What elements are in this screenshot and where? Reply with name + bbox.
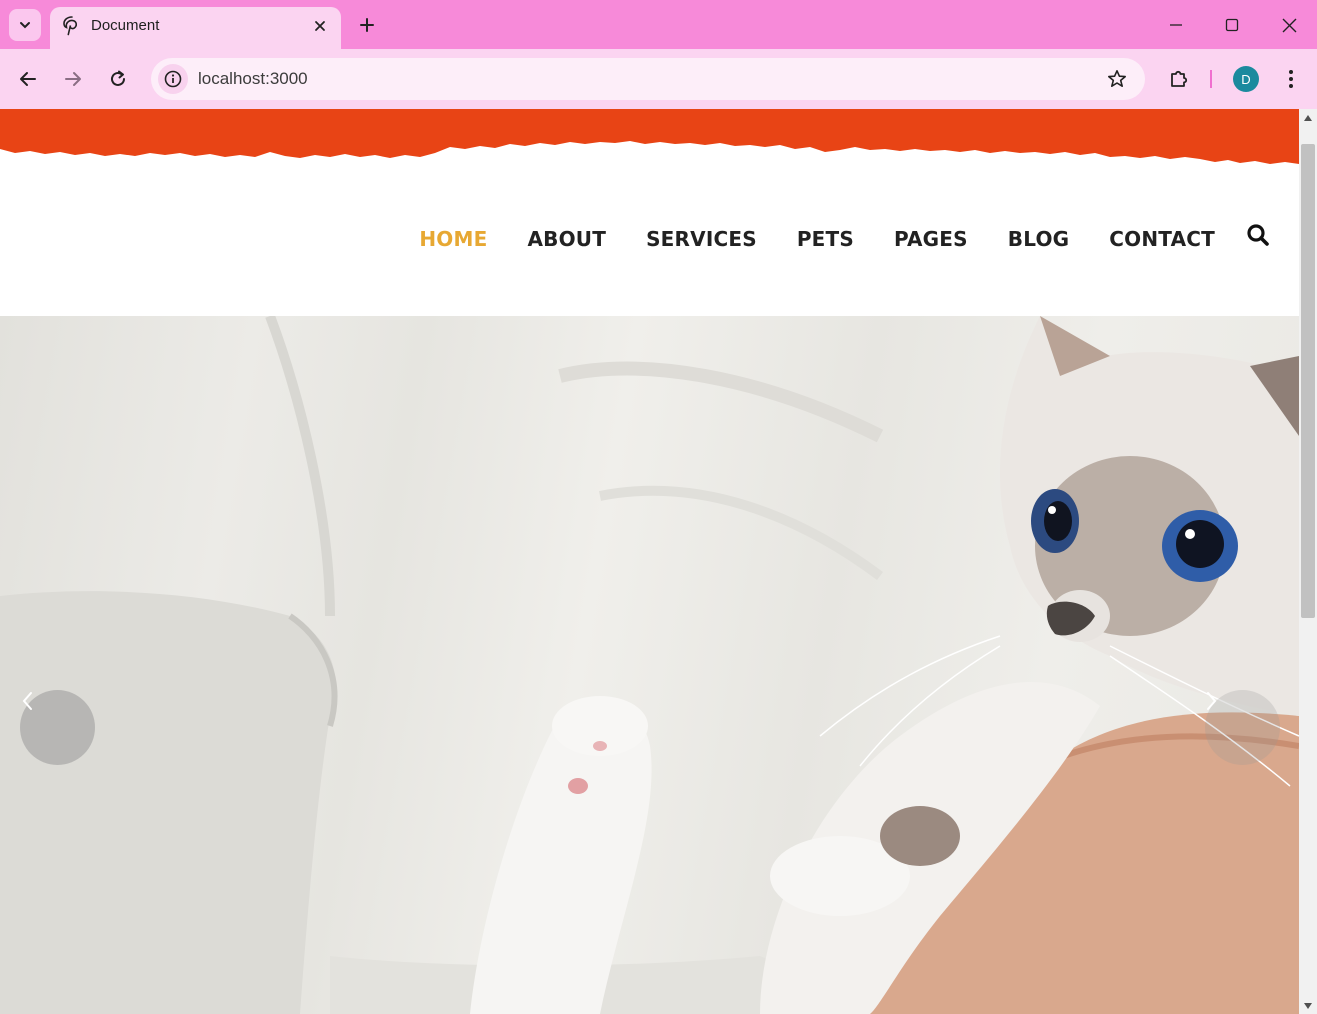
bookmark-button[interactable] — [1105, 67, 1129, 91]
minimize-icon — [1170, 24, 1182, 26]
scroll-down-button[interactable] — [1299, 997, 1317, 1014]
page-scrollbar[interactable] — [1299, 109, 1317, 1014]
nav-contact[interactable]: CONTACT — [1109, 227, 1215, 251]
arrow-left-icon — [20, 72, 36, 86]
scroll-up-button[interactable] — [1299, 109, 1317, 126]
nav-pets[interactable]: PETS — [797, 227, 854, 251]
forward-button[interactable] — [57, 63, 89, 95]
active-tab[interactable]: Document — [50, 7, 341, 49]
minimize-button[interactable] — [1158, 8, 1194, 42]
site-info-button[interactable] — [158, 64, 188, 94]
nav-pages[interactable]: PAGES — [894, 227, 968, 251]
nav-home[interactable]: HOME — [419, 227, 487, 251]
plus-icon — [360, 18, 374, 32]
profile-avatar[interactable]: D — [1233, 66, 1259, 92]
maximize-button[interactable] — [1214, 8, 1250, 42]
hero-carousel — [0, 316, 1299, 1014]
chevron-right-icon — [1207, 692, 1217, 710]
puzzle-piece-icon — [1171, 70, 1188, 87]
page-viewport: HOME ABOUT SERVICES PETS PAGES BLOG CONT… — [0, 109, 1299, 1014]
reload-icon — [111, 70, 125, 86]
chevron-left-icon — [22, 692, 32, 710]
triangle-up-icon — [1304, 114, 1312, 121]
url-text[interactable]: localhost:3000 — [198, 69, 308, 89]
star-icon — [1108, 70, 1126, 87]
pinterest-style-p-icon — [63, 16, 78, 36]
new-tab-button[interactable] — [354, 12, 380, 38]
nav-blog[interactable]: BLOG — [1008, 227, 1070, 251]
hero-cat-image — [0, 316, 1299, 1014]
toolbar-divider — [1210, 70, 1212, 88]
address-bar[interactable]: localhost:3000 — [151, 58, 1145, 100]
carousel-prev-button[interactable] — [20, 690, 95, 765]
browser-toolbar: localhost:3000 D — [0, 49, 1317, 109]
maximize-icon — [1225, 18, 1239, 32]
site-search-button[interactable] — [1245, 222, 1271, 248]
scroll-thumb[interactable] — [1301, 144, 1315, 618]
chevron-down-icon — [20, 22, 30, 29]
nav-about[interactable]: ABOUT — [527, 227, 606, 251]
info-icon — [164, 70, 182, 88]
extensions-button[interactable] — [1163, 63, 1195, 95]
tab-title: Document — [91, 17, 160, 34]
triangle-down-icon — [1304, 1002, 1312, 1009]
arrow-right-icon — [65, 72, 81, 86]
carousel-next-button[interactable] — [1205, 690, 1280, 765]
torn-paper-header-band — [0, 109, 1299, 164]
back-button[interactable] — [12, 63, 44, 95]
more-vertical-icon — [1289, 70, 1293, 88]
close-window-button[interactable] — [1271, 8, 1307, 42]
browser-tab-strip: Document — [0, 0, 1317, 49]
main-navigation: HOME ABOUT SERVICES PETS PAGES BLOG CONT… — [379, 224, 1271, 252]
close-icon — [315, 21, 325, 31]
search-icon — [1247, 224, 1269, 246]
browser-menu-button[interactable] — [1275, 63, 1307, 95]
close-icon — [1282, 18, 1296, 32]
close-tab-button[interactable] — [310, 16, 330, 36]
reload-button[interactable] — [102, 63, 134, 95]
tab-search-button[interactable] — [9, 9, 41, 41]
nav-services[interactable]: SERVICES — [646, 227, 757, 251]
